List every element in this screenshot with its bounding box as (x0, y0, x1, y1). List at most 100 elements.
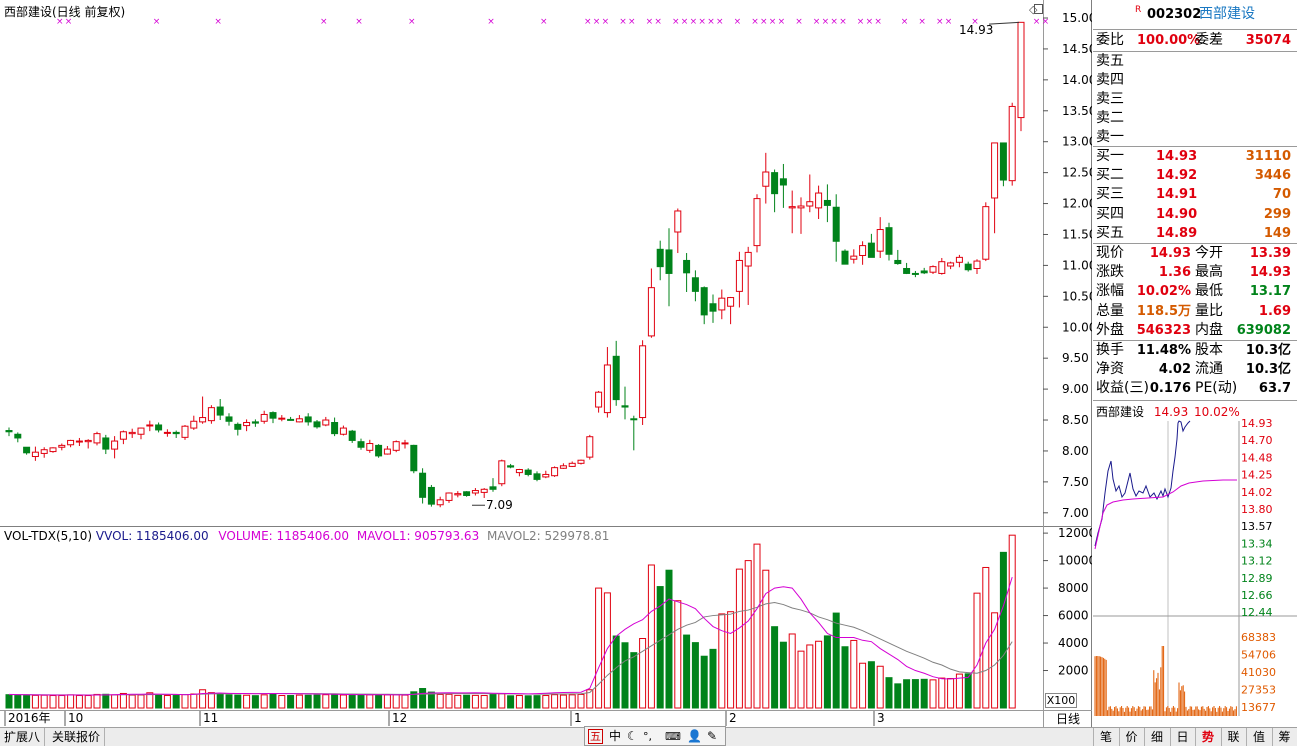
stat-value: 13.39 (1249, 246, 1291, 261)
ime-mode-icon[interactable]: 五 (588, 729, 603, 744)
volume-bar (295, 694, 303, 709)
volume-bar (850, 639, 858, 709)
candle-body (665, 249, 673, 274)
volume-bar (647, 564, 655, 709)
moon-icon[interactable]: ☾ (627, 728, 638, 745)
tab-related-quotes[interactable]: 关联报价 (48, 728, 106, 746)
candle-body (269, 412, 277, 419)
signal-marker: × (874, 17, 882, 27)
buy-level-volume: 149 (1263, 225, 1291, 241)
volume-bar (621, 642, 629, 709)
stat-label: 总量 (1096, 302, 1124, 319)
stat-label: 内盘 (1195, 321, 1223, 338)
tab-1[interactable]: 笔 (1093, 728, 1118, 746)
candle-body (427, 486, 435, 505)
signal-marker: × (760, 17, 768, 27)
tab-4[interactable]: 日 (1169, 728, 1195, 746)
volume-bar (577, 693, 585, 709)
volume-bar (489, 693, 497, 709)
period-tab[interactable]: 日线 (1044, 711, 1092, 727)
settings-icon[interactable]: ✎ (707, 728, 717, 745)
volume-bar (199, 689, 207, 709)
candle-body (718, 297, 726, 311)
signal-marker: × (857, 17, 865, 27)
volume-bar (190, 693, 198, 709)
ime-toolbar[interactable]: 五 中 ☾ °, ⌨ 👤 ✎ (584, 726, 726, 746)
tab-3[interactable]: 细 (1144, 728, 1169, 746)
candle-body (788, 206, 796, 209)
volume-bar (339, 694, 347, 709)
tab-2[interactable]: 价 (1118, 728, 1144, 746)
stat-value: 10.02% (1136, 284, 1191, 300)
buy-level-volume: 299 (1263, 206, 1291, 222)
volume-bar (23, 695, 31, 709)
signal-marker: × (628, 17, 636, 27)
ime-lang[interactable]: 中 (609, 728, 621, 745)
tab-7[interactable]: 值 (1246, 728, 1271, 746)
candle-body (23, 446, 31, 454)
candle-body (524, 469, 532, 475)
tab-5[interactable]: 势 (1195, 728, 1220, 746)
signal-marker: × (593, 17, 601, 27)
volume-bar (885, 677, 893, 709)
window-maximize-icon[interactable] (1034, 4, 1043, 14)
stat-value: 14.93 (1249, 265, 1291, 281)
buy-level-row: 买五 14.89 149 (1093, 224, 1297, 243)
candle-body (533, 473, 541, 480)
kline-chart-area[interactable]: 15.00 14.50 14.00 13.50 13.00 12.50 12.00 11.50… (0, 0, 1092, 727)
candle-body (815, 192, 823, 209)
volume-bar (771, 626, 779, 709)
candle-body (700, 287, 708, 316)
volume-bar (14, 694, 22, 709)
fundamental-label: 流通 (1195, 361, 1223, 378)
ime-punct[interactable]: °, (643, 728, 652, 745)
candle-body (137, 427, 145, 435)
buy-level-price: 14.91 (1156, 187, 1198, 203)
signal-marker: × (214, 17, 222, 27)
intraday-price-tick: 12.89 (1241, 572, 1273, 585)
tab-8[interactable]: 筹 (1271, 728, 1297, 746)
volume-bar (269, 693, 277, 709)
signal-marker: × (487, 17, 495, 27)
keyboard-icon[interactable]: ⌨ (665, 728, 681, 745)
stat-value: 1.36 (1158, 265, 1191, 281)
date-label: 2016年 (8, 711, 51, 725)
volume-bar (867, 661, 875, 709)
volume-bar (515, 695, 523, 709)
candle-body (568, 462, 576, 467)
candle-body (744, 251, 752, 267)
intraday-chart[interactable]: 14.93 14.70 14.48 14.25 14.02 13.80 13.57 13.34… (1093, 401, 1297, 727)
candle-body (366, 443, 374, 451)
volume-bar (357, 694, 365, 709)
fundamental-value: 63.7 (1258, 381, 1291, 397)
volume-bar (163, 695, 171, 709)
candle-body (31, 451, 39, 458)
volume-bar (859, 662, 867, 709)
candle-body (656, 248, 664, 268)
fundamental-label: 股本 (1195, 342, 1223, 358)
tab-extend-8[interactable]: 扩展八 (0, 728, 46, 746)
signal-marker: × (795, 17, 803, 27)
stat-row: 涨跌 1.36 最高 14.93 (1093, 263, 1297, 282)
intraday-chart-area[interactable]: 西部建设 14.93 10.02% 14.93 14.70 14.48 14.25 14… (1093, 401, 1297, 727)
candle-body (551, 467, 559, 477)
user-icon[interactable]: 👤 (687, 728, 702, 745)
kline-chart[interactable]: 15.00 14.50 14.00 13.50 13.00 12.50 12.00 11.50… (0, 0, 1092, 727)
candle-body (691, 277, 699, 292)
tab-6[interactable]: 联 (1220, 728, 1246, 746)
intraday-price-tick: 13.12 (1241, 555, 1273, 568)
candle-body (278, 417, 286, 420)
volume-bar (920, 678, 928, 709)
volume-bar (507, 695, 515, 709)
intraday-price-line (1094, 420, 1191, 547)
sell-level-row: 卖五 (1093, 52, 1297, 71)
signal-marker: × (408, 17, 416, 27)
price-tick-label: 13.00 (1062, 135, 1092, 149)
fundamental-label: 净资 (1096, 361, 1124, 378)
volume-bar (762, 569, 770, 709)
stock-name: 西部建设 (1199, 6, 1255, 22)
fundamental-row: 净资 4.02 流通 10.3亿 (1093, 360, 1297, 379)
buy-level-row: 买三 14.91 70 (1093, 185, 1297, 204)
stat-label: 涨幅 (1096, 283, 1124, 300)
volume-bar (929, 679, 937, 709)
